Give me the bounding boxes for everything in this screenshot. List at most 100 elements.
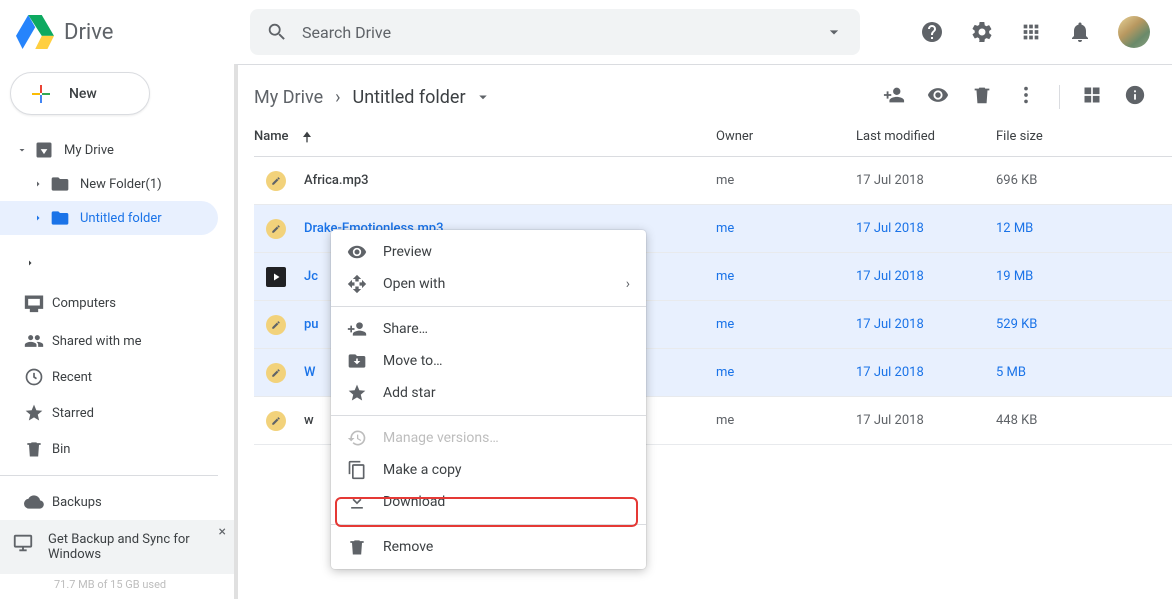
file-size: 448 KB xyxy=(996,413,1136,428)
file-modified: 17 Jul 2018 xyxy=(856,173,996,188)
col-header-modified[interactable]: Last modified xyxy=(856,129,996,144)
search-input[interactable]: Search Drive xyxy=(250,9,860,55)
file-modified: 17 Jul 2018 xyxy=(856,269,996,284)
file-size: 19 MB xyxy=(996,269,1136,284)
file-type-icon xyxy=(266,411,286,431)
nav-label: Shared with me xyxy=(52,334,142,349)
copy-icon xyxy=(347,460,367,480)
col-header-size[interactable]: File size xyxy=(996,129,1136,144)
folder-icon xyxy=(50,208,70,228)
notifications-icon[interactable] xyxy=(1068,20,1092,44)
file-modified: 17 Jul 2018 xyxy=(856,365,996,380)
clock-icon xyxy=(24,367,44,387)
chevron-right-icon: › xyxy=(626,276,630,292)
menu-make-copy[interactable]: Make a copy xyxy=(331,454,646,486)
logo-area[interactable]: Drive xyxy=(16,13,250,51)
settings-icon[interactable] xyxy=(970,20,994,44)
eye-icon xyxy=(347,242,367,262)
computers-icon xyxy=(24,293,44,313)
new-button-label: New xyxy=(69,86,97,102)
grid-view-icon[interactable] xyxy=(1082,85,1102,110)
file-type-icon xyxy=(266,363,286,383)
file-owner: me xyxy=(716,173,856,188)
app-header: Drive Search Drive xyxy=(0,0,1172,64)
search-icon xyxy=(266,21,288,43)
nav-backups[interactable]: Backups xyxy=(0,484,234,520)
search-dropdown-icon[interactable] xyxy=(824,22,844,42)
file-type-icon xyxy=(266,171,286,191)
breadcrumb-current[interactable]: Untitled folder xyxy=(353,87,492,108)
backup-sync-promo[interactable]: Get Backup and Sync for Windows × xyxy=(0,520,234,574)
file-type-icon xyxy=(266,219,286,239)
file-size: 12 MB xyxy=(996,221,1136,236)
nav-starred[interactable]: Starred xyxy=(0,395,234,431)
menu-move-to[interactable]: Move to… xyxy=(331,345,646,377)
drive-logo-icon xyxy=(16,13,54,51)
menu-open-with[interactable]: Open with › xyxy=(331,268,646,300)
share-person-icon[interactable] xyxy=(883,84,905,111)
close-icon[interactable]: × xyxy=(219,524,226,540)
preview-eye-icon[interactable] xyxy=(927,84,949,111)
delete-icon[interactable] xyxy=(971,84,993,111)
chevron-down-icon xyxy=(474,88,492,106)
tree-root-mydrive[interactable]: My Drive xyxy=(0,133,234,167)
cloud-icon xyxy=(24,492,44,512)
tree-item-label: Untitled folder xyxy=(80,211,162,226)
table-header: Name Owner Last modified File size xyxy=(254,117,1172,157)
menu-add-star[interactable]: Add star xyxy=(331,377,646,409)
menu-remove[interactable]: Remove xyxy=(331,531,646,563)
apps-icon[interactable] xyxy=(1020,21,1042,43)
user-avatar[interactable] xyxy=(1118,16,1150,48)
tree-item-newfolder1[interactable]: New Folder(1) xyxy=(0,167,234,201)
menu-preview[interactable]: Preview xyxy=(331,236,646,268)
nav-label: Recent xyxy=(52,370,92,385)
tree-item-label: New Folder(1) xyxy=(80,177,162,192)
file-row[interactable]: Africa.mp3me17 Jul 2018696 KB xyxy=(254,157,1172,205)
menu-separator xyxy=(331,306,646,307)
menu-share[interactable]: Share… xyxy=(331,313,646,345)
file-name: pu xyxy=(304,317,319,332)
trash-icon xyxy=(347,537,367,557)
file-size: 529 KB xyxy=(996,317,1136,332)
nav-label: Backups xyxy=(52,495,102,510)
menu-download[interactable]: Download xyxy=(331,486,646,518)
file-owner: me xyxy=(716,413,856,428)
trash-icon xyxy=(24,439,44,459)
file-owner: me xyxy=(716,317,856,332)
menu-separator xyxy=(331,524,646,525)
app-title: Drive xyxy=(64,20,113,45)
context-menu: Preview Open with › Share… Move to… Add … xyxy=(331,230,646,569)
menu-separator xyxy=(331,415,646,416)
nav-bin[interactable]: Bin xyxy=(0,431,234,467)
file-name: w xyxy=(304,413,314,428)
file-type-icon xyxy=(266,315,286,335)
nav-shared[interactable]: Shared with me xyxy=(0,323,234,359)
breadcrumb-parent[interactable]: My Drive xyxy=(254,87,323,108)
promo-text: Get Backup and Sync for Windows xyxy=(48,532,222,562)
file-modified: 17 Jul 2018 xyxy=(856,317,996,332)
file-type-icon xyxy=(266,267,286,287)
nav-label: Starred xyxy=(52,406,94,421)
col-header-name[interactable]: Name xyxy=(254,129,716,145)
sort-asc-icon xyxy=(299,129,315,145)
file-name: Jc xyxy=(304,269,318,284)
chevron-right-icon xyxy=(24,257,36,269)
col-header-owner[interactable]: Owner xyxy=(716,129,856,144)
nav-recent[interactable]: Recent xyxy=(0,359,234,395)
new-button[interactable]: New xyxy=(10,72,150,115)
drive-icon xyxy=(34,140,54,160)
file-name: W xyxy=(304,365,315,380)
file-name: Africa.mp3 xyxy=(304,173,369,188)
star-icon xyxy=(347,383,367,403)
plus-icon xyxy=(29,82,53,106)
folder-move-icon xyxy=(347,351,367,371)
help-icon[interactable] xyxy=(920,20,944,44)
tree-item-untitled[interactable]: Untitled folder xyxy=(0,201,218,235)
info-icon[interactable] xyxy=(1124,84,1146,111)
storage-text: 71.7 MB of 15 GB used xyxy=(0,574,234,591)
file-size: 5 MB xyxy=(996,365,1136,380)
more-icon[interactable] xyxy=(1015,84,1037,111)
file-owner: me xyxy=(716,221,856,236)
nav-computers[interactable]: Computers xyxy=(0,283,234,323)
nav-label: Bin xyxy=(52,442,70,457)
